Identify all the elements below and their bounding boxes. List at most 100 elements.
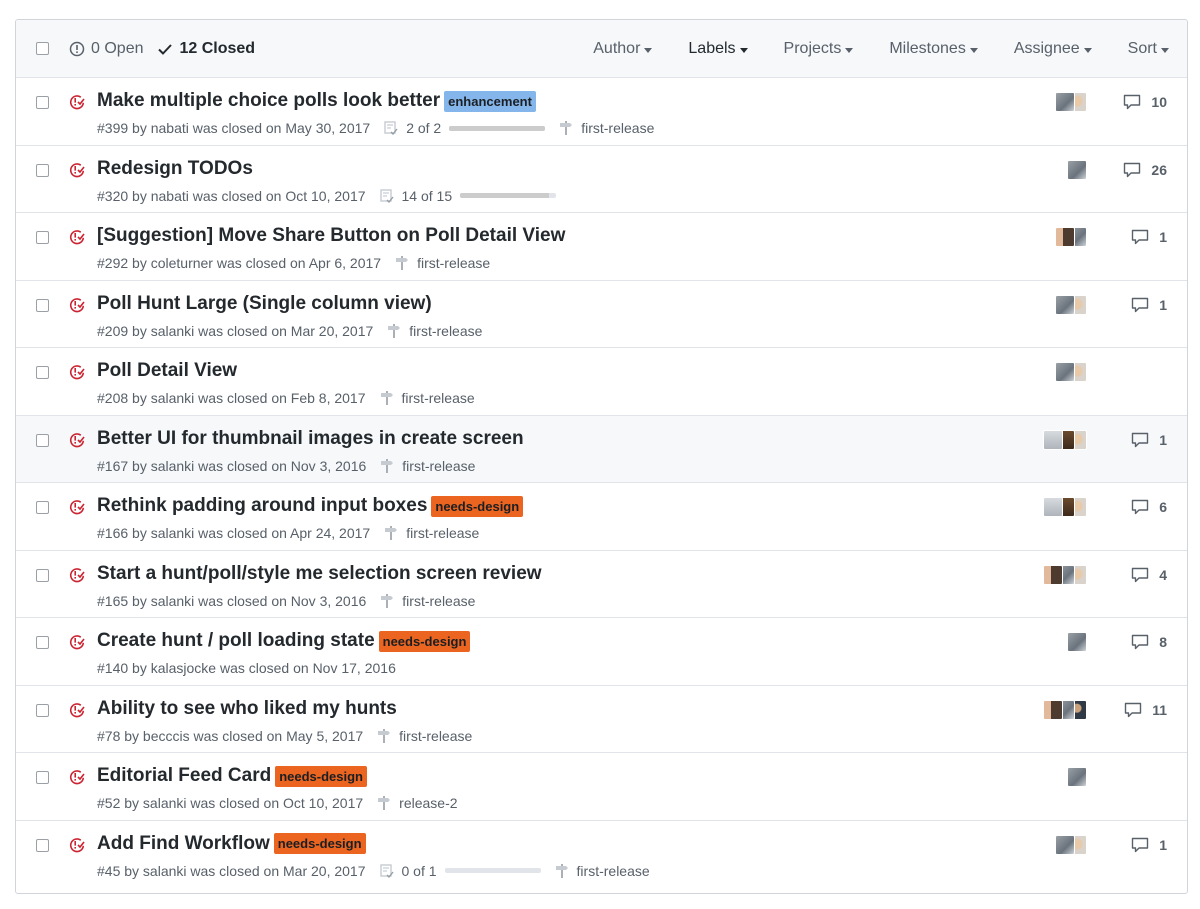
issue-title-link[interactable]: Rethink padding around input boxes bbox=[97, 495, 427, 517]
avatar-gray[interactable] bbox=[1055, 92, 1075, 112]
select-all-checkbox[interactable] bbox=[36, 42, 49, 55]
issue-title-link[interactable]: Redesign TODOs bbox=[97, 158, 253, 180]
issue-title-link[interactable]: Poll Hunt Large (Single column view) bbox=[97, 293, 432, 315]
issue-row[interactable]: Start a hunt/poll/style me selection scr… bbox=[16, 551, 1187, 618]
assignee-avatars bbox=[1043, 497, 1087, 517]
issue-meta-text: #167 by salanki was closed on Nov 3, 201… bbox=[97, 457, 367, 474]
issue-row[interactable]: Ability to see who liked my hunts #78 by… bbox=[16, 686, 1187, 753]
issue-title-link[interactable]: Start a hunt/poll/style me selection scr… bbox=[97, 563, 542, 585]
milestone-link[interactable]: first-release bbox=[380, 458, 475, 474]
milestone-link[interactable]: first-release bbox=[395, 255, 490, 271]
issue-title-link[interactable]: Create hunt / poll loading state bbox=[97, 630, 375, 652]
issue-checkbox[interactable] bbox=[36, 163, 49, 177]
issue-checkbox[interactable] bbox=[36, 298, 49, 312]
issue-row[interactable]: [Suggestion] Move Share Button on Poll D… bbox=[16, 213, 1187, 281]
caret-down-icon bbox=[845, 47, 854, 53]
issue-closed-icon bbox=[69, 702, 85, 717]
issue-checkbox[interactable] bbox=[36, 433, 49, 447]
issue-title-link[interactable]: Add Find Workflow bbox=[97, 833, 270, 855]
avatar-gray[interactable] bbox=[1067, 767, 1087, 787]
milestone-icon bbox=[377, 728, 395, 743]
milestone-link[interactable]: first-release bbox=[377, 728, 472, 744]
issue-row[interactable]: Poll Detail View #208 by salanki was clo… bbox=[16, 348, 1187, 416]
projects-filter[interactable]: Projects bbox=[784, 40, 854, 58]
avatar-face[interactable] bbox=[1055, 227, 1075, 247]
closed-issues-link[interactable]: 12 Closed bbox=[157, 40, 255, 58]
milestone-icon bbox=[395, 256, 413, 270]
comment-count: 26 bbox=[1151, 161, 1167, 178]
avatar-light[interactable] bbox=[1043, 497, 1063, 517]
avatar-gray[interactable] bbox=[1055, 834, 1075, 855]
sort-filter[interactable]: Sort bbox=[1128, 40, 1169, 58]
avatar-gray[interactable] bbox=[1067, 159, 1087, 180]
comments-link[interactable]: 10 bbox=[1123, 94, 1167, 110]
issue-title-link[interactable]: Better UI for thumbnail images in create… bbox=[97, 428, 524, 450]
comments-link[interactable]: 26 bbox=[1123, 162, 1167, 178]
issue-checkbox[interactable] bbox=[36, 96, 49, 109]
milestone-link[interactable]: first-release bbox=[387, 323, 482, 339]
issue-row[interactable]: Better UI for thumbnail images in create… bbox=[16, 415, 1187, 483]
issue-checkbox[interactable] bbox=[36, 703, 49, 717]
comments-link[interactable]: 8 bbox=[1131, 634, 1167, 650]
comments-link[interactable]: 6 bbox=[1131, 499, 1167, 515]
comments-link[interactable]: 1 bbox=[1131, 837, 1167, 853]
milestone-link[interactable]: first-release bbox=[384, 525, 479, 541]
issue-checkbox[interactable] bbox=[36, 568, 49, 582]
milestone-link[interactable]: first-release bbox=[559, 120, 654, 136]
issue-checkbox[interactable] bbox=[36, 366, 49, 379]
issue-title-link[interactable]: Editorial Feed Card bbox=[97, 765, 271, 787]
assignee-avatars bbox=[1055, 834, 1087, 855]
task-progress: 2 of 2 bbox=[384, 120, 546, 136]
avatar-gray[interactable] bbox=[1055, 294, 1075, 315]
issue-checkbox[interactable] bbox=[36, 838, 49, 852]
milestone-link[interactable]: first-release bbox=[380, 390, 475, 406]
open-issues-link[interactable]: 0 Open bbox=[69, 40, 143, 58]
issue-title-link[interactable]: Poll Detail View bbox=[97, 360, 237, 382]
closed-count-label: 12 Closed bbox=[179, 40, 256, 57]
issue-checkbox[interactable] bbox=[36, 231, 49, 244]
issue-title-link[interactable]: Ability to see who liked my hunts bbox=[97, 698, 397, 720]
avatar-gray[interactable] bbox=[1067, 632, 1087, 652]
avatar-gray[interactable] bbox=[1055, 362, 1075, 382]
issue-label-needs-design[interactable]: needs-design bbox=[275, 765, 367, 787]
issue-row[interactable]: Editorial Feed Card needs-design #52 by … bbox=[16, 753, 1187, 821]
issue-label-needs-design[interactable]: needs-design bbox=[431, 495, 524, 517]
comments-link[interactable]: 1 bbox=[1131, 432, 1167, 448]
author-filter[interactable]: Author bbox=[593, 40, 653, 58]
avatar-face[interactable] bbox=[1043, 699, 1063, 720]
comments-link[interactable]: 11 bbox=[1124, 702, 1167, 718]
milestones-filter[interactable]: Milestones bbox=[889, 40, 978, 58]
milestone-link[interactable]: release-2 bbox=[377, 795, 458, 811]
milestone-link[interactable]: first-release bbox=[555, 863, 650, 879]
issue-checkbox[interactable] bbox=[36, 501, 49, 514]
comment-count: 11 bbox=[1152, 701, 1167, 718]
issue-label-enhancement[interactable]: enhancement bbox=[444, 90, 536, 112]
issue-checkbox[interactable] bbox=[36, 771, 49, 784]
milestone-link[interactable]: first-release bbox=[380, 593, 475, 609]
avatar-face[interactable] bbox=[1043, 564, 1063, 585]
assignee-filter[interactable]: Assignee bbox=[1014, 40, 1092, 58]
issue-row[interactable]: Create hunt / poll loading state needs-d… bbox=[16, 618, 1187, 686]
issue-row[interactable]: Add Find Workflow needs-design #45 by sa… bbox=[16, 821, 1187, 889]
issue-checkbox[interactable] bbox=[36, 636, 49, 649]
labels-filter[interactable]: Labels bbox=[688, 40, 748, 58]
task-progress-fill bbox=[460, 193, 550, 198]
comments-link[interactable]: 1 bbox=[1131, 229, 1167, 245]
issue-title-link[interactable]: [Suggestion] Move Share Button on Poll D… bbox=[97, 225, 565, 247]
comments-link[interactable]: 4 bbox=[1131, 567, 1167, 583]
avatar-light[interactable] bbox=[1043, 429, 1063, 450]
comments-link[interactable]: 1 bbox=[1131, 297, 1167, 313]
issue-label-needs-design[interactable]: needs-design bbox=[273, 833, 366, 854]
issue-state-tabs: 0 Open 12 Closed bbox=[69, 20, 269, 78]
issue-row[interactable]: Make multiple choice polls look better e… bbox=[16, 78, 1187, 146]
issue-title-link[interactable]: Make multiple choice polls look better bbox=[97, 90, 440, 112]
issue-row[interactable]: Redesign TODOs #320 by nabati was closed… bbox=[16, 146, 1187, 213]
comment-count: 1 bbox=[1159, 836, 1167, 853]
issue-meta-text: #320 by nabati was closed on Oct 10, 201… bbox=[97, 187, 366, 204]
issue-meta-text: #166 by salanki was closed on Apr 24, 20… bbox=[97, 525, 371, 541]
issue-row[interactable]: Poll Hunt Large (Single column view) #20… bbox=[16, 281, 1187, 348]
issue-row[interactable]: Rethink padding around input boxes needs… bbox=[16, 483, 1187, 551]
issues-list-header: 0 Open 12 Closed Author Labels Projects … bbox=[16, 20, 1187, 78]
issue-label-needs-design[interactable]: needs-design bbox=[378, 630, 471, 652]
comment-icon bbox=[1131, 634, 1154, 650]
